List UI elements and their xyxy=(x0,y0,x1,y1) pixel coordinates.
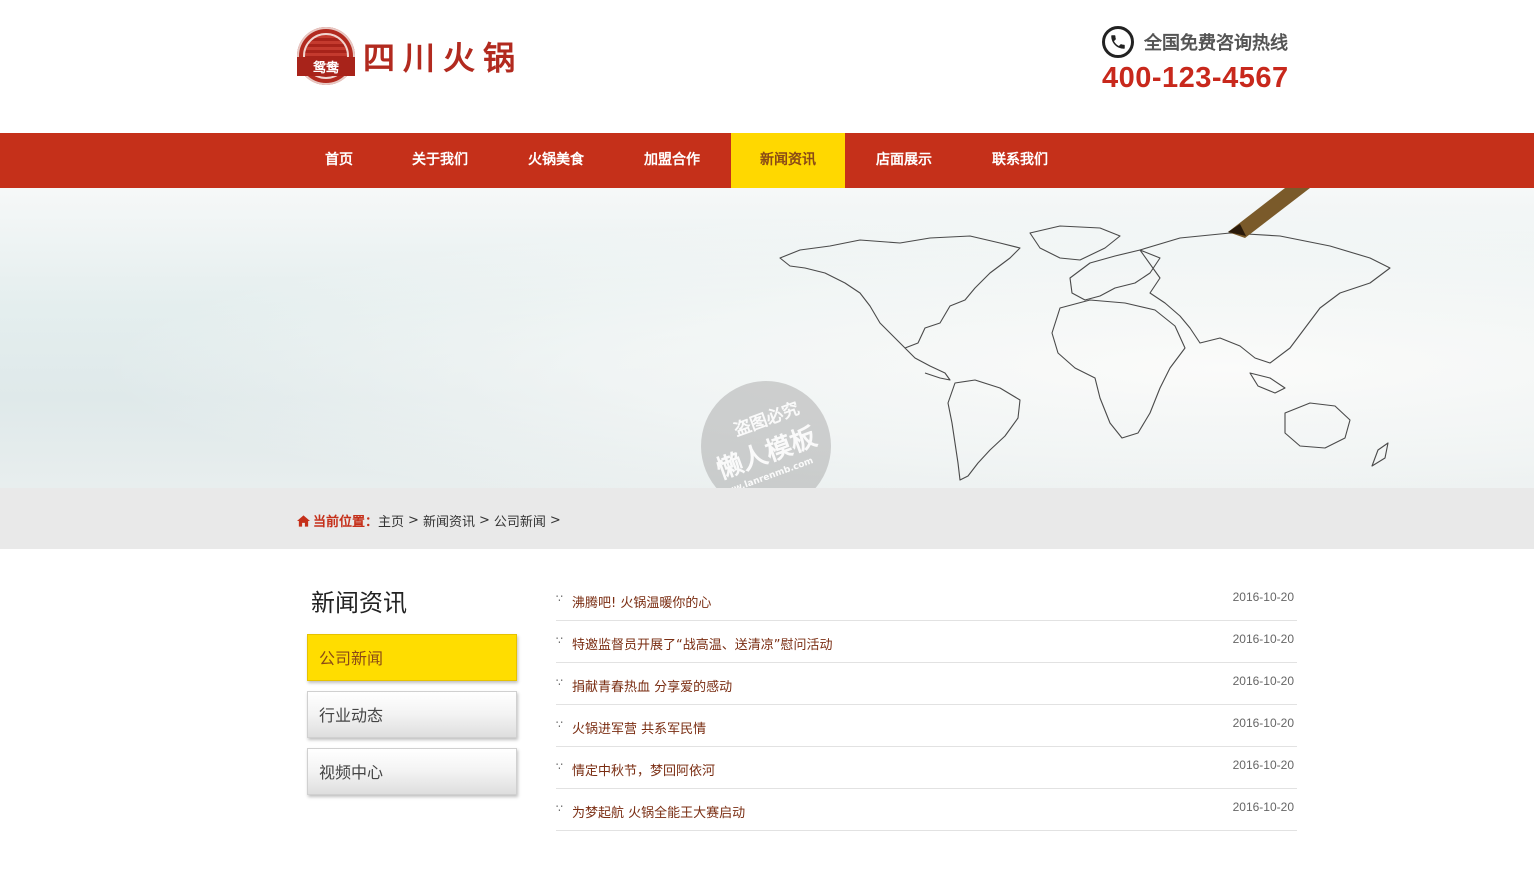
nav-item-stores[interactable]: 店面展示 xyxy=(847,133,961,188)
nav-item-food[interactable]: 火锅美食 xyxy=(499,133,613,188)
news-title[interactable]: 火锅进军营 共系军民情 xyxy=(572,718,706,737)
list-item[interactable]: ∵ 火锅进军营 共系军民情 2016-10-20 xyxy=(556,705,1297,747)
list-item[interactable]: ∵ 情定中秋节，梦回阿依河 2016-10-20 xyxy=(556,747,1297,789)
news-title[interactable]: 捐献青春热血 分享爱的感动 xyxy=(572,676,732,695)
hotline-number[interactable]: 400-123-4567 xyxy=(1102,62,1302,95)
bullet-icon: ∵ xyxy=(556,760,563,773)
breadcrumb-separator: > xyxy=(478,513,490,528)
logo[interactable]: 鸳鸯 四川火锅 xyxy=(297,27,523,85)
breadcrumb-separator: > xyxy=(408,513,419,528)
breadcrumb: 当前位置： 主页 > 新闻资讯 > 公司新闻 > xyxy=(297,511,565,530)
news-date: 2016-10-20 xyxy=(1232,758,1294,772)
breadcrumb-label: 当前位置： xyxy=(313,515,379,530)
bullet-icon: ∵ xyxy=(556,592,563,605)
bullet-icon: ∵ xyxy=(556,802,563,815)
site-header: 鸳鸯 四川火锅 全国免费咨询热线 400-123-4567 xyxy=(0,0,1534,133)
breadcrumb-news[interactable]: 新闻资讯 xyxy=(423,511,475,530)
bullet-icon: ∵ xyxy=(556,676,563,689)
nav-item-contact[interactable]: 联系我们 xyxy=(963,133,1077,188)
sidebar-item-company-news[interactable]: 公司新闻 xyxy=(307,634,517,681)
breadcrumb-bar: 当前位置： 主页 > 新闻资讯 > 公司新闻 > xyxy=(0,488,1534,549)
sidebar-title: 新闻资讯 xyxy=(311,589,407,617)
news-title[interactable]: 情定中秋节，梦回阿依河 xyxy=(572,760,715,779)
hotline: 全国免费咨询热线 400-123-4567 xyxy=(1102,26,1302,95)
news-title[interactable]: 特邀监督员开展了“战高温、送清凉”慰问活动 xyxy=(572,634,832,653)
sidebar-item-industry[interactable]: 行业动态 xyxy=(307,691,517,738)
breadcrumb-company-news[interactable]: 公司新闻 xyxy=(494,511,546,530)
phone-icon xyxy=(1102,26,1134,58)
list-item[interactable]: ∵ 沸腾吧! 火锅温暖你的心 2016-10-20 xyxy=(556,579,1297,621)
news-date: 2016-10-20 xyxy=(1232,716,1294,730)
breadcrumb-home[interactable]: 主页 xyxy=(378,511,404,530)
list-item[interactable]: ∵ 为梦起航 火锅全能王大赛启动 2016-10-20 xyxy=(556,789,1297,831)
nav-item-home[interactable]: 首页 xyxy=(301,133,377,188)
list-item[interactable]: ∵ 捐献青春热血 分享爱的感动 2016-10-20 xyxy=(556,663,1297,705)
news-date: 2016-10-20 xyxy=(1232,674,1294,688)
logo-name: 四川火锅 xyxy=(363,39,524,77)
bullet-icon: ∵ xyxy=(556,718,563,731)
nav-item-news[interactable]: 新闻资讯 xyxy=(731,133,845,188)
bullet-icon: ∵ xyxy=(556,634,563,647)
hotline-label: 全国免费咨询热线 xyxy=(1144,33,1288,54)
logo-seal-text: 鸳鸯 xyxy=(297,57,355,76)
news-date: 2016-10-20 xyxy=(1232,632,1294,646)
nav-item-about[interactable]: 关于我们 xyxy=(383,133,497,188)
home-icon xyxy=(297,514,310,527)
nav-item-franchise[interactable]: 加盟合作 xyxy=(615,133,729,188)
main-nav: 首页 关于我们 火锅美食 加盟合作 新闻资讯 店面展示 联系我们 xyxy=(0,133,1534,188)
news-date: 2016-10-20 xyxy=(1232,590,1294,604)
news-date: 2016-10-20 xyxy=(1232,800,1294,814)
news-title[interactable]: 为梦起航 火锅全能王大赛启动 xyxy=(572,802,745,821)
list-item[interactable]: ∵ 特邀监督员开展了“战高温、送清凉”慰问活动 2016-10-20 xyxy=(556,621,1297,663)
breadcrumb-separator: > xyxy=(549,513,561,528)
news-list: ∵ 沸腾吧! 火锅温暖你的心 2016-10-20 ∵ 特邀监督员开展了“战高温… xyxy=(556,579,1297,831)
logo-seal-icon: 鸳鸯 xyxy=(297,27,355,85)
news-title[interactable]: 沸腾吧! 火锅温暖你的心 xyxy=(572,592,711,611)
sidebar-item-video[interactable]: 视频中心 xyxy=(307,748,517,795)
